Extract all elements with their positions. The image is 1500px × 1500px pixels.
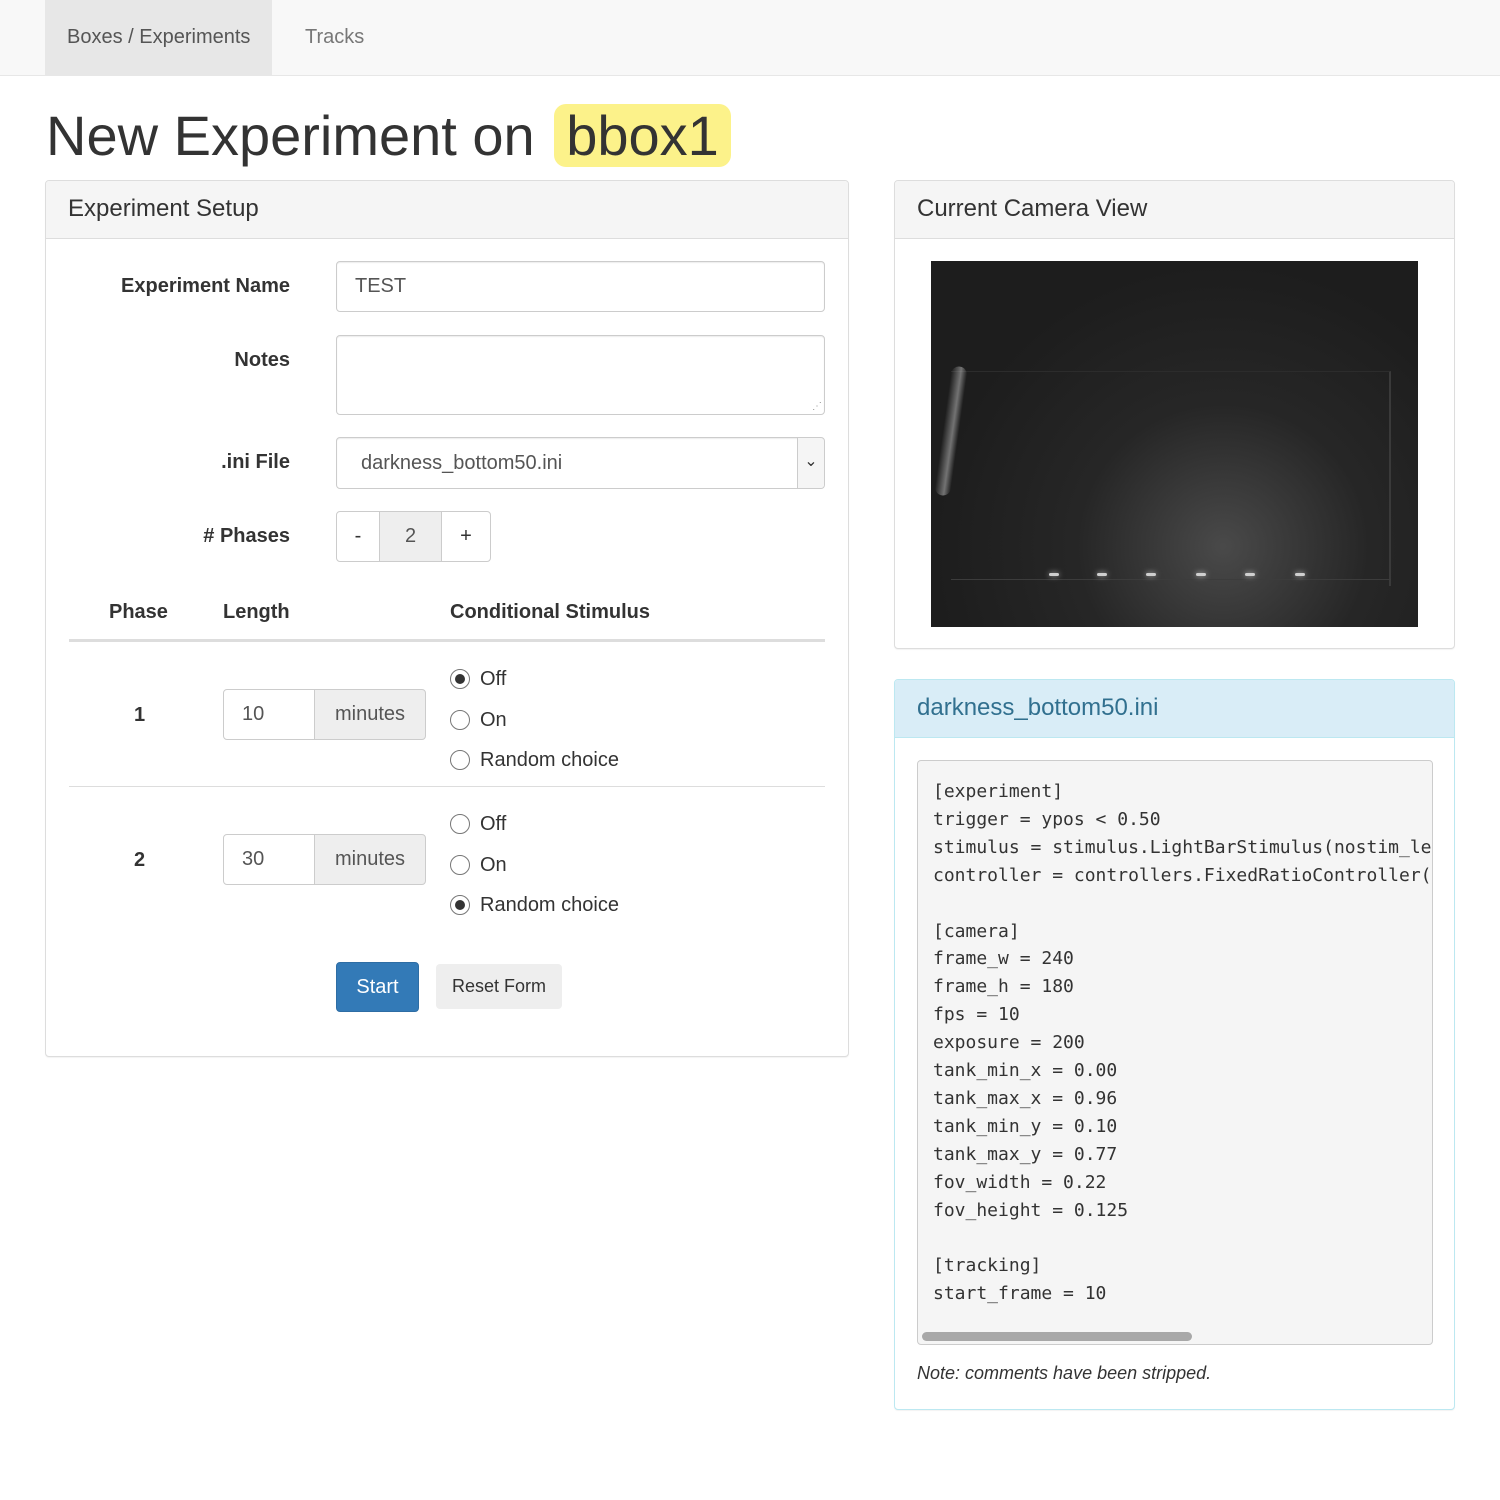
camera-light-dot	[1196, 573, 1206, 576]
radio-unchecked-icon[interactable]	[450, 750, 470, 770]
table-header-divider	[69, 639, 825, 642]
radio-unchecked-icon[interactable]	[450, 855, 470, 875]
camera-view-heading: Current Camera View	[895, 181, 1454, 239]
ini-file-label: .ini File	[221, 451, 290, 473]
camera-light-dot	[1146, 573, 1156, 576]
top-navbar: Boxes / Experiments Tracks	[0, 0, 1500, 76]
phase-1-length-unit: minutes	[314, 689, 426, 740]
phase-2-length-group: 30 minutes	[223, 834, 426, 885]
notes-textarea[interactable]: ⋰	[336, 335, 825, 415]
scrollbar-thumb[interactable]	[922, 1332, 1192, 1341]
experiment-name-label: Experiment Name	[121, 275, 290, 297]
phase-1-length-input[interactable]: 10	[223, 689, 315, 740]
box-name-badge: bbox1	[554, 104, 731, 167]
phase-2-length-unit: minutes	[314, 834, 426, 885]
camera-image	[931, 261, 1418, 627]
radio-unchecked-icon[interactable]	[450, 710, 470, 730]
radio-checked-icon[interactable]	[450, 669, 470, 689]
phase-1-number: 1	[134, 704, 146, 726]
phases-label: # Phases	[203, 525, 290, 547]
chevron-down-icon[interactable]: ⌄	[797, 438, 824, 488]
experiment-name-input[interactable]: TEST	[336, 261, 825, 312]
ini-file-selected-value: darkness_bottom50.ini	[361, 452, 563, 474]
camera-light-dot	[1049, 573, 1059, 576]
radio-label: Off	[480, 813, 507, 835]
camera-tank-outline	[951, 371, 1391, 586]
radio-label: Off	[480, 668, 507, 690]
phases-decrement-button[interactable]: -	[336, 511, 380, 562]
page-title: New Experiment on bbox1	[46, 104, 731, 168]
table-row-divider	[69, 786, 825, 787]
experiment-setup-panel: Experiment Setup Experiment Name TEST No…	[45, 180, 849, 1057]
camera-light-dot	[1245, 573, 1255, 576]
ini-file-heading: darkness_bottom50.ini	[895, 680, 1454, 738]
radio-label: On	[480, 709, 507, 731]
nav-tab-tracks[interactable]: Tracks	[283, 0, 386, 75]
ini-file-text: [experiment] trigger = ypos < 0.50 stimu…	[933, 781, 1433, 1305]
ini-file-contents[interactable]: [experiment] trigger = ypos < 0.50 stimu…	[917, 760, 1433, 1345]
experiment-setup-heading: Experiment Setup	[46, 181, 848, 239]
camera-light-dot	[1097, 573, 1107, 576]
phases-stepper: - 2 +	[336, 511, 491, 562]
radio-unchecked-icon[interactable]	[450, 814, 470, 834]
reset-form-button[interactable]: Reset Form	[436, 964, 562, 1009]
radio-label: Random choice	[480, 749, 619, 771]
ini-file-select[interactable]: darkness_bottom50.ini ⌄	[336, 437, 825, 489]
column-header-length: Length	[223, 601, 290, 623]
phases-increment-button[interactable]: +	[441, 511, 491, 562]
radio-label: On	[480, 854, 507, 876]
resize-grip-icon[interactable]: ⋰	[812, 402, 822, 412]
nav-tab-boxes-experiments[interactable]: Boxes / Experiments	[45, 0, 273, 75]
radio-checked-icon[interactable]	[450, 895, 470, 915]
notes-label: Notes	[234, 349, 290, 371]
phase-1-length-group: 10 minutes	[223, 689, 426, 740]
horizontal-scrollbar[interactable]	[920, 1332, 1430, 1342]
column-header-conditional-stimulus: Conditional Stimulus	[450, 601, 650, 623]
phase-2-length-input[interactable]: 30	[223, 834, 315, 885]
phases-value: 2	[379, 511, 442, 562]
comments-stripped-note: Note: comments have been stripped.	[917, 1363, 1212, 1383]
radio-label: Random choice	[480, 894, 619, 916]
camera-light-dot	[1295, 573, 1305, 576]
page-title-text: New Experiment on	[46, 104, 535, 167]
start-button[interactable]: Start	[336, 962, 419, 1012]
column-header-phase: Phase	[109, 601, 168, 623]
ini-file-panel: darkness_bottom50.ini [experiment] trigg…	[894, 679, 1455, 1410]
camera-tank-floor	[951, 579, 1391, 580]
camera-view-panel: Current Camera View	[894, 180, 1455, 649]
phase-2-number: 2	[134, 849, 146, 871]
